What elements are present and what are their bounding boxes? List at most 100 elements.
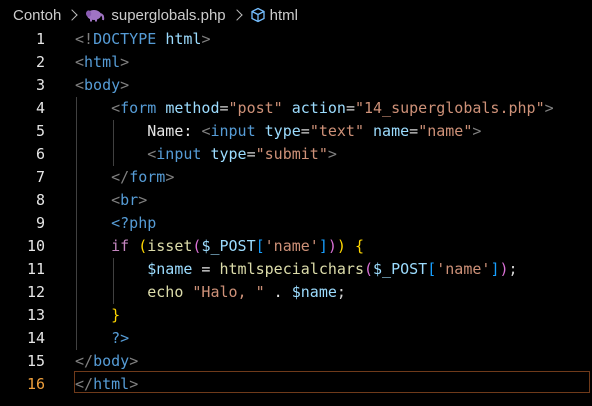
code-line[interactable]: if (isset($_POST['name'])) { — [75, 235, 364, 258]
code-line[interactable]: echo "Halo, " . $name; — [75, 281, 346, 304]
code-token: > — [138, 191, 148, 209]
code-token: < — [111, 191, 121, 209]
code-token: < — [111, 99, 121, 117]
code-token: <! — [75, 30, 94, 48]
code-token: = — [300, 122, 310, 140]
breadcrumb-file-label: superglobals.php — [111, 6, 226, 24]
breadcrumb-file[interactable]: superglobals.php — [85, 6, 226, 24]
code-line[interactable]: </html> — [75, 373, 138, 396]
code-token: "name" — [418, 122, 473, 140]
code-token: body — [93, 352, 130, 370]
code-token: $name — [147, 260, 193, 278]
code-line[interactable]: <html> — [75, 51, 129, 74]
code-token: "14_superglobals.php" — [354, 99, 545, 117]
code-token: htmlspecialchars — [219, 260, 365, 278]
breadcrumb: Contoh superglobals.php html — [0, 0, 592, 30]
code-line[interactable]: Name: <input type="text" name="name"> — [75, 120, 481, 143]
code-line[interactable]: </body> — [75, 350, 138, 373]
code-token: body — [84, 76, 121, 94]
code-token: > — [201, 30, 211, 48]
code-token: <?php — [111, 214, 157, 232]
code-token: } — [111, 306, 121, 324]
code-token: ; — [336, 283, 346, 301]
code-token: < — [147, 145, 157, 163]
code-token: = — [246, 145, 256, 163]
code-token: [ — [427, 260, 437, 278]
php-elephant-icon — [86, 9, 105, 21]
line-number: 5 — [35, 122, 45, 140]
code-token: echo — [147, 283, 184, 301]
code-line[interactable]: $name = htmlspecialchars($_POST['name'])… — [75, 258, 517, 281]
code-line[interactable]: ?> — [75, 327, 129, 350]
code-token: 'name' — [436, 260, 491, 278]
code-token: < — [75, 53, 85, 71]
code-line[interactable]: </form> — [75, 166, 174, 189]
code-token: = — [192, 260, 220, 278]
line-number: 6 — [35, 145, 45, 163]
code-editor[interactable]: Contoh superglobals.php html 1 2 3 4 5 6 7 8 9 10… — [0, 0, 592, 406]
code-line[interactable]: <form method="post" action="14_superglob… — [75, 97, 554, 120]
line-number: 7 — [35, 168, 45, 186]
code-token: < — [75, 76, 85, 94]
code-line[interactable]: <!DOCTYPE html> — [75, 28, 210, 51]
code-token: ) — [327, 237, 337, 255]
line-number: 10 — [26, 237, 45, 255]
current-line-highlight — [74, 371, 590, 393]
code-token: "submit" — [255, 145, 328, 163]
breadcrumb-symbol-label: html — [269, 6, 298, 24]
code-line[interactable]: <body> — [75, 74, 129, 97]
code-token: > — [165, 168, 175, 186]
code-token: $_POST — [201, 237, 256, 255]
code-token: = — [409, 122, 419, 140]
code-token: input — [156, 145, 202, 163]
code-line[interactable]: } — [75, 304, 120, 327]
code-token: ( — [364, 260, 374, 278]
code-token: type — [210, 145, 247, 163]
code-line[interactable]: <br> — [75, 189, 147, 212]
code-line[interactable]: <?php — [75, 212, 156, 235]
code-token: > — [327, 145, 337, 163]
code-token: $_POST — [373, 260, 428, 278]
code-token: "post" — [228, 99, 283, 117]
line-number: 15 — [26, 352, 45, 370]
code-token: ( — [138, 237, 148, 255]
code-token: > — [544, 99, 554, 117]
line-number: 1 — [35, 30, 45, 48]
line-number: 11 — [26, 260, 45, 278]
code-token: method — [165, 99, 220, 117]
code-token: { — [354, 237, 364, 255]
code-token: </ — [111, 168, 130, 186]
breadcrumb-symbol[interactable]: html — [250, 7, 298, 24]
code-token: Name: — [75, 122, 202, 140]
code-token: . — [264, 283, 292, 301]
breadcrumb-folder[interactable]: Contoh — [13, 7, 61, 24]
code-token: $name — [291, 283, 337, 301]
code-token: > — [120, 76, 130, 94]
line-number: 12 — [26, 283, 45, 301]
code-token: DOCTYPE — [93, 30, 157, 48]
code-line[interactable]: <input type="submit"> — [75, 143, 337, 166]
code-token: > — [120, 53, 130, 71]
line-number: 14 — [26, 329, 45, 347]
code-token: html — [93, 375, 130, 393]
code-token: action — [291, 99, 346, 117]
line-number: 2 — [35, 53, 45, 71]
code-token: [ — [255, 237, 265, 255]
code-token: br — [120, 191, 139, 209]
code-token: </ — [75, 352, 94, 370]
code-token: html — [165, 30, 202, 48]
code-token: = — [345, 99, 355, 117]
code-token: = — [219, 99, 229, 117]
line-number: 16 — [26, 375, 45, 393]
code-token: input — [210, 122, 256, 140]
